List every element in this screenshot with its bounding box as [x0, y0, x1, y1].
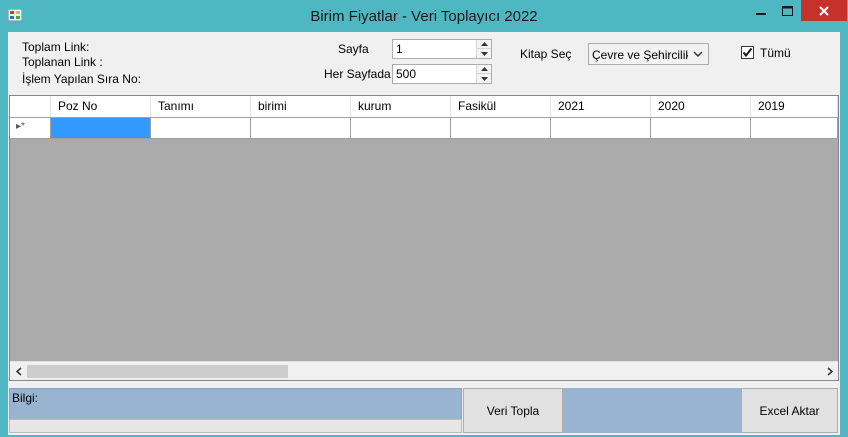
sayfa-input[interactable]: [393, 40, 476, 58]
main-form: Toplam Link: Toplanan Link : İşlem Yapıl…: [8, 32, 840, 435]
veri-topla-button[interactable]: Veri Topla: [463, 388, 563, 433]
grid-cell[interactable]: [351, 118, 451, 139]
column-header-poz-no[interactable]: Poz No: [51, 96, 151, 117]
her-sayfada-spin-buttons: [476, 65, 491, 83]
islem-sira-label: İşlem Yapılan Sıra No:: [22, 72, 141, 86]
spin-up-icon: [480, 42, 488, 46]
column-header-tanimi[interactable]: Tanımı: [151, 96, 251, 117]
title-bar: Birim Fiyatlar - Veri Toplayıcı 2022: [0, 0, 848, 32]
data-grid[interactable]: Poz No Tanımı birimi kurum Fasikül 2021 …: [9, 95, 839, 381]
grid-cell[interactable]: [751, 118, 838, 139]
kitap-sec-label: Kitap Seç: [520, 47, 572, 61]
chevron-right-icon: [827, 367, 833, 376]
grid-cell[interactable]: [51, 118, 151, 139]
window-title: Birim Fiyatlar - Veri Toplayıcı 2022: [310, 8, 538, 25]
grid-cell[interactable]: [451, 118, 551, 139]
new-row-header[interactable]: ▸*: [10, 118, 51, 139]
excel-aktar-button[interactable]: Excel Aktar: [741, 388, 838, 433]
bilgi-label: Bilgi:: [12, 391, 39, 405]
tumu-label: Tümü: [760, 46, 791, 60]
her-sayfada-label: Her Sayfada: [324, 67, 391, 81]
new-row-marker: ▸*: [16, 121, 25, 132]
spin-down-icon: [480, 76, 488, 81]
tumu-checkbox[interactable]: [741, 46, 754, 59]
kitap-select-value: Çevre ve Şehircilik B: [592, 48, 688, 62]
grid-cell[interactable]: [251, 118, 351, 139]
column-header-fasikul[interactable]: Fasikül: [451, 96, 551, 117]
grid-cell[interactable]: [151, 118, 251, 139]
column-header-2020[interactable]: 2020: [651, 96, 751, 117]
toplanan-link-label: Toplanan Link :: [22, 55, 103, 69]
column-header-birimi[interactable]: birimi: [251, 96, 351, 117]
scroll-right-button[interactable]: [822, 364, 837, 379]
close-icon: [819, 5, 829, 16]
chevron-left-icon: [15, 367, 21, 376]
horizontal-scrollbar[interactable]: [10, 361, 838, 380]
spin-up-icon: [480, 67, 488, 71]
column-header-kurum[interactable]: kurum: [351, 96, 451, 117]
checkmark-icon: [742, 47, 753, 58]
sayfa-stepper[interactable]: [392, 39, 492, 59]
grid-cell[interactable]: [651, 118, 751, 139]
scroll-left-button[interactable]: [11, 364, 26, 379]
her-sayfada-up-button[interactable]: [477, 65, 491, 74]
her-sayfada-down-button[interactable]: [477, 74, 491, 83]
sayfa-down-button[interactable]: [477, 49, 491, 58]
maximize-icon: [781, 5, 793, 16]
spin-down-icon: [480, 51, 488, 56]
close-button[interactable]: [801, 0, 847, 21]
maximize-button[interactable]: [774, 0, 800, 21]
her-sayfada-input[interactable]: [393, 65, 476, 83]
progress-bar: [9, 419, 462, 433]
chevron-down-icon: [693, 51, 703, 58]
scrollbar-thumb[interactable]: [27, 365, 288, 378]
toplam-link-label: Toplam Link:: [22, 40, 90, 54]
sayfa-label: Sayfa: [338, 42, 369, 56]
row-header-corner: [10, 96, 51, 117]
minimize-icon: [756, 12, 766, 15]
table-row[interactable]: ▸*: [10, 118, 838, 139]
her-sayfada-stepper[interactable]: [392, 64, 492, 84]
minimize-button[interactable]: [748, 0, 774, 21]
grid-cell[interactable]: [551, 118, 651, 139]
sayfa-up-button[interactable]: [477, 40, 491, 49]
column-header-2019[interactable]: 2019: [751, 96, 838, 117]
sayfa-spin-buttons: [476, 40, 491, 58]
info-strip: [563, 388, 741, 433]
column-header-2021[interactable]: 2021: [551, 96, 651, 117]
grid-header: Poz No Tanımı birimi kurum Fasikül 2021 …: [10, 96, 838, 118]
kitap-select[interactable]: Çevre ve Şehircilik B: [588, 43, 709, 65]
